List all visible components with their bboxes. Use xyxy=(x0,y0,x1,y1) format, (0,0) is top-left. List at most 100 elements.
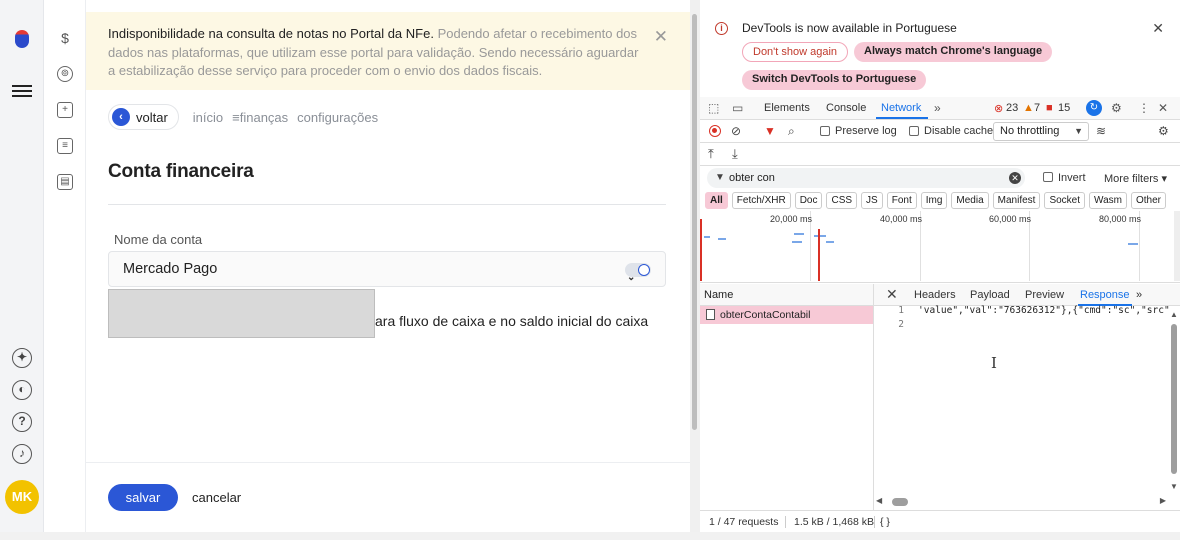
page-scrollbar[interactable] xyxy=(690,0,700,540)
device-toggle-icon[interactable]: ▭ xyxy=(732,101,743,115)
tab-console[interactable]: Console xyxy=(826,102,866,114)
app-logo[interactable] xyxy=(15,30,29,48)
type-other[interactable]: Other xyxy=(1131,192,1167,209)
warning-count: 7 xyxy=(1034,102,1041,114)
tab-elements[interactable]: Elements xyxy=(764,102,810,114)
inspect-icon[interactable]: ⬚ xyxy=(708,101,719,115)
gear-icon[interactable]: ⚙ xyxy=(1111,101,1122,115)
warning-icon[interactable]: ▲ xyxy=(1023,102,1034,114)
filter-icon[interactable]: ▼ xyxy=(764,124,776,138)
caret-down-icon: ▼ xyxy=(1074,126,1083,136)
issues-icon[interactable]: ■ xyxy=(1046,102,1053,114)
name-column-header[interactable]: Name xyxy=(704,289,733,301)
user-avatar[interactable]: MK xyxy=(5,480,39,514)
preserve-log-checkbox[interactable] xyxy=(820,126,830,136)
throttling-value: No throttling xyxy=(1000,125,1060,137)
crumb-configuracoes[interactable]: configurações xyxy=(297,110,378,125)
upload-icon[interactable]: ⤒ xyxy=(708,146,714,162)
code-line: 2 xyxy=(874,318,1172,332)
response-horizontal-scrollbar[interactable]: ◀ ▶ xyxy=(876,496,1166,507)
type-fetch-xhr[interactable]: Fetch/XHR xyxy=(731,192,791,209)
more-tabs-icon[interactable]: » xyxy=(934,101,941,115)
tab-headers[interactable]: Headers xyxy=(914,289,956,301)
type-all[interactable]: All xyxy=(705,192,728,209)
report-icon[interactable]: ▤ xyxy=(57,174,73,190)
more-filters-button[interactable]: More filters ▾ xyxy=(1104,172,1167,185)
request-row[interactable]: obterContaContabil xyxy=(700,306,873,324)
match-language-button[interactable]: Always match Chrome's language xyxy=(854,42,1053,62)
tab-preview[interactable]: Preview xyxy=(1025,289,1064,301)
type-js[interactable]: JS xyxy=(861,192,883,209)
type-socket[interactable]: Socket xyxy=(1044,192,1086,209)
sparkle-icon[interactable]: ✦ xyxy=(12,348,32,368)
pretty-print-icon[interactable]: { } xyxy=(880,511,890,533)
type-wasm[interactable]: Wasm xyxy=(1089,192,1127,209)
response-vertical-scrollbar[interactable]: ▲ ▼ xyxy=(1170,310,1178,500)
account-toggle[interactable]: ⌄ xyxy=(625,263,651,283)
scroll-up-icon[interactable]: ▲ xyxy=(1170,310,1178,319)
close-detail-icon[interactable]: ✕ xyxy=(886,286,898,303)
type-img[interactable]: Img xyxy=(920,192,948,209)
scrollbar-thumb[interactable] xyxy=(892,498,908,506)
clear-filter-icon[interactable]: ✕ xyxy=(1009,172,1021,184)
account-name-label: Nome da conta xyxy=(114,232,203,247)
issues-count: 15 xyxy=(1058,102,1071,114)
tab-payload[interactable]: Payload xyxy=(970,289,1010,301)
type-font[interactable]: Font xyxy=(886,192,917,209)
type-css[interactable]: CSS xyxy=(826,192,858,209)
record-icon[interactable] xyxy=(709,125,721,137)
network-timeline-overview[interactable]: 20,000 ms 40,000 ms 60,000 ms 80,000 ms xyxy=(700,211,1180,283)
close-icon[interactable]: ✕ xyxy=(1152,20,1164,37)
network-conditions-icon[interactable]: ≋ xyxy=(1096,124,1106,138)
type-media[interactable]: Media xyxy=(951,192,989,209)
help-icon[interactable]: ? xyxy=(12,412,32,432)
scroll-right-icon[interactable]: ▶ xyxy=(1160,496,1166,505)
timeline-selection-start[interactable] xyxy=(700,219,702,281)
hamburger-menu-icon[interactable] xyxy=(12,82,32,98)
throttling-select[interactable]: No throttling ▼ xyxy=(993,122,1089,141)
timeline-label: 60,000 ms xyxy=(989,214,1032,224)
tab-network[interactable]: Network xyxy=(881,102,921,114)
scroll-down-icon[interactable]: ▼ xyxy=(1170,482,1178,491)
wallet-icon[interactable]: ⊚ xyxy=(57,66,73,82)
panel-divider[interactable] xyxy=(873,306,874,510)
filter-input[interactable]: ▼ obter con ✕ xyxy=(707,168,1025,188)
tab-response[interactable]: Response xyxy=(1080,289,1130,301)
add-entry-icon[interactable]: + xyxy=(57,102,73,118)
list-icon[interactable]: ≡ xyxy=(57,138,73,154)
response-body[interactable]: 1 'value","val":"763626312"},{"cmd":"sc",… xyxy=(874,304,1172,332)
scrollbar-thumb[interactable] xyxy=(1171,324,1177,474)
network-settings-icon[interactable]: ⚙ xyxy=(1158,124,1169,138)
devtools-panel: i DevTools is now available in Portugues… xyxy=(700,0,1180,540)
more-tabs-icon[interactable]: » xyxy=(1136,289,1142,301)
timeline-selection-end[interactable] xyxy=(1174,211,1180,281)
error-count-icon[interactable]: ⊗ xyxy=(994,102,1003,115)
scrollbar-thumb[interactable] xyxy=(692,14,697,430)
download-icon[interactable]: ⤓ xyxy=(732,146,738,162)
column-divider[interactable] xyxy=(873,284,874,306)
crumb-financas[interactable]: ≡finanças xyxy=(232,110,288,125)
kebab-menu-icon[interactable]: ⋮ xyxy=(1138,101,1150,115)
reload-icon[interactable]: ↻ xyxy=(1086,100,1102,116)
network-status-bar: 1 / 47 requests 1.5 kB / 1,468 kB { } xyxy=(700,510,1180,532)
type-doc[interactable]: Doc xyxy=(794,192,823,209)
dont-show-again-button[interactable]: Don't show again xyxy=(742,42,849,62)
contrast-icon[interactable]: ◐ xyxy=(12,380,32,400)
invert-checkbox[interactable] xyxy=(1043,172,1053,182)
search-icon[interactable]: ⌕ xyxy=(788,124,795,139)
notification-bell-icon[interactable]: ♪ xyxy=(12,444,32,464)
alert-banner: Indisponibilidade na consulta de notas n… xyxy=(86,12,690,90)
account-name-field[interactable]: Mercado Pago ⌄ xyxy=(108,251,666,287)
save-button[interactable]: salvar xyxy=(108,484,178,511)
type-manifest[interactable]: Manifest xyxy=(992,192,1041,209)
close-icon[interactable]: ✕ xyxy=(654,27,668,47)
cancel-button[interactable]: cancelar xyxy=(192,490,241,505)
switch-language-button[interactable]: Switch DevTools to Portuguese xyxy=(742,70,927,90)
clear-icon[interactable]: ⊘ xyxy=(731,124,741,138)
disable-cache-checkbox[interactable] xyxy=(909,126,919,136)
scroll-left-icon[interactable]: ◀ xyxy=(876,496,882,505)
dollar-icon[interactable]: $ xyxy=(57,30,73,46)
close-devtools-icon[interactable]: ✕ xyxy=(1158,101,1168,115)
back-button[interactable]: ‹ voltar xyxy=(108,104,179,130)
crumb-inicio[interactable]: início xyxy=(193,110,223,125)
